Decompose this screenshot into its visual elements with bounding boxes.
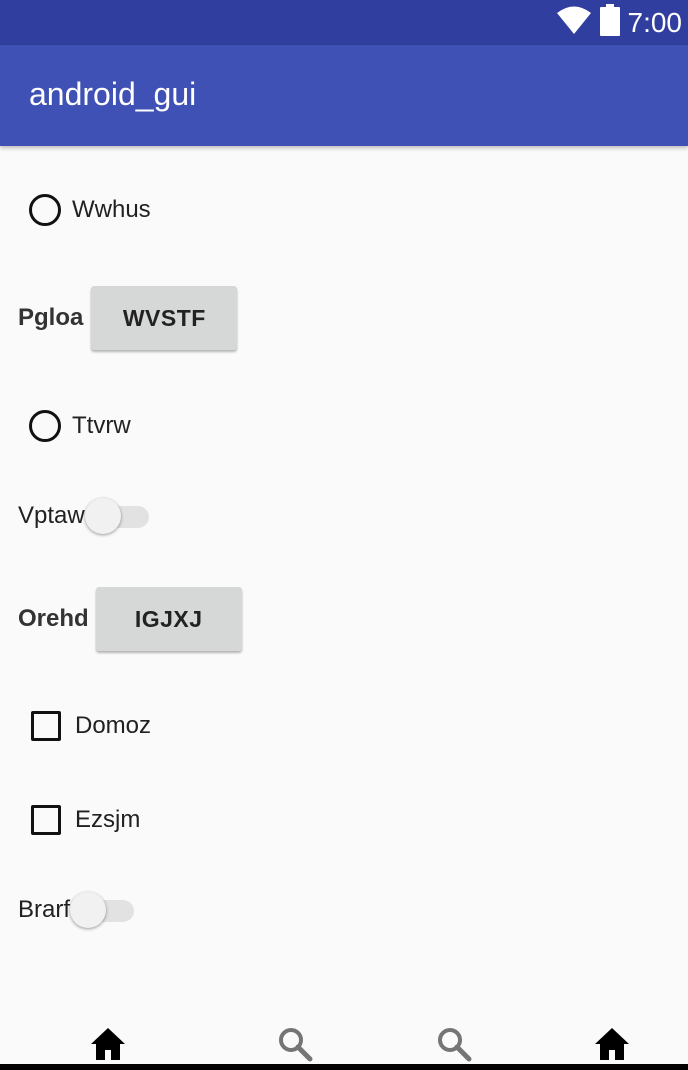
switch-vptaw[interactable]: Vptaw [18, 496, 151, 536]
status-bar: 7:00 [0, 0, 688, 45]
button-row-pgloa: Pgloa WVSTF [18, 286, 238, 350]
wvstf-button[interactable]: WVSTF [91, 286, 238, 350]
home-icon[interactable] [592, 1024, 632, 1064]
radio-label: Wwhus [72, 196, 151, 223]
switch-label: Brarf [18, 896, 71, 923]
radio-wwhus[interactable]: Wwhus [29, 194, 151, 226]
content-area: Wwhus Pgloa WVSTF Ttvrw Vptaw Orehd IGJX… [0, 146, 688, 1036]
status-icons: 7:00 [556, 0, 683, 45]
app-bar: android_gui [0, 45, 688, 146]
switch-thumb[interactable] [84, 498, 121, 534]
toggle-switch[interactable] [70, 890, 136, 930]
bottom-divider [0, 1064, 688, 1070]
igjxj-button[interactable]: IGJXJ [95, 587, 242, 651]
checkbox-ezsjm[interactable]: Ezsjm [31, 805, 140, 835]
status-time: 7:00 [627, 6, 683, 38]
button-row-label: Pgloa [18, 304, 84, 331]
toggle-switch[interactable] [84, 496, 151, 536]
button-row-label: Orehd [18, 605, 89, 632]
home-icon[interactable] [88, 1024, 128, 1064]
radio-button[interactable] [29, 194, 61, 226]
bottom-nav [0, 1016, 688, 1064]
search-icon[interactable] [434, 1024, 474, 1064]
radio-button[interactable] [29, 410, 61, 442]
button-row-orehd: Orehd IGJXJ [18, 587, 242, 651]
switch-thumb[interactable] [70, 892, 107, 928]
battery-icon [599, 4, 620, 41]
switch-label: Vptaw [18, 502, 85, 529]
app-title: android_gui [29, 76, 197, 112]
wifi-icon [556, 5, 592, 40]
checkbox-domoz[interactable]: Domoz [31, 711, 151, 741]
checkbox[interactable] [31, 805, 61, 835]
radio-ttvrw[interactable]: Ttvrw [29, 410, 131, 442]
checkbox[interactable] [31, 711, 61, 741]
checkbox-label: Ezsjm [75, 806, 141, 833]
checkbox-label: Domoz [75, 712, 152, 739]
search-icon[interactable] [275, 1024, 315, 1064]
radio-label: Ttvrw [72, 412, 131, 439]
switch-brarf[interactable]: Brarf [18, 890, 136, 930]
